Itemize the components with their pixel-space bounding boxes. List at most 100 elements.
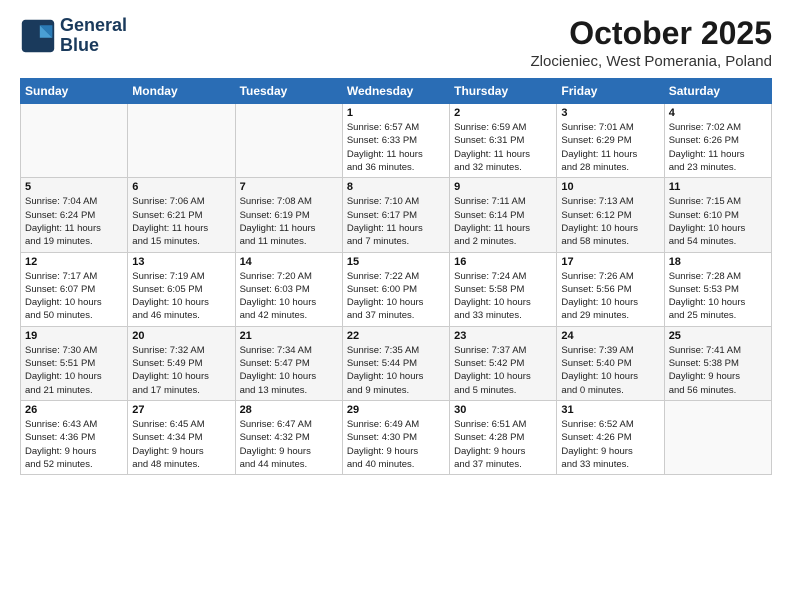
day-info: Sunrise: 7:01 AM Sunset: 6:29 PM Dayligh… bbox=[561, 121, 659, 174]
day-info: Sunrise: 7:26 AM Sunset: 5:56 PM Dayligh… bbox=[561, 270, 659, 323]
calendar-week-5: 26Sunrise: 6:43 AM Sunset: 4:36 PM Dayli… bbox=[21, 400, 772, 474]
day-number: 22 bbox=[347, 330, 445, 342]
day-number: 2 bbox=[454, 107, 552, 119]
day-number: 17 bbox=[561, 256, 659, 268]
day-info: Sunrise: 6:51 AM Sunset: 4:28 PM Dayligh… bbox=[454, 418, 552, 471]
weekday-header-saturday: Saturday bbox=[664, 79, 771, 104]
main-title: October 2025 bbox=[530, 16, 772, 51]
calendar-cell: 10 Sunrise: 7:13 AM Sunset: 6:12 PM Dayli… bbox=[557, 178, 664, 252]
weekday-header-row: SundayMondayTuesdayWednesdayThursdayFrid… bbox=[21, 79, 772, 104]
calendar-cell: 23 Sunrise: 7:37 AM Sunset: 5:42 PM Dayli… bbox=[450, 326, 557, 400]
day-info: Sunrise: 7:22 AM Sunset: 6:00 PM Dayligh… bbox=[347, 270, 445, 323]
calendar-cell: 30 Sunrise: 6:51 AM Sunset: 4:28 PM Dayli… bbox=[450, 400, 557, 474]
day-info: Sunrise: 7:24 AM Sunset: 5:58 PM Dayligh… bbox=[454, 270, 552, 323]
logo-line2: Blue bbox=[60, 36, 127, 56]
day-info: Sunrise: 7:35 AM Sunset: 5:44 PM Dayligh… bbox=[347, 344, 445, 397]
logo-line1: General bbox=[60, 16, 127, 36]
calendar-cell: 19 Sunrise: 7:30 AM Sunset: 5:51 PM Dayli… bbox=[21, 326, 128, 400]
page-container: General Blue October 2025 Zlocieniec, We… bbox=[0, 0, 792, 485]
weekday-header-monday: Monday bbox=[128, 79, 235, 104]
day-number: 11 bbox=[669, 181, 767, 193]
calendar-cell: 11 Sunrise: 7:15 AM Sunset: 6:10 PM Dayli… bbox=[664, 178, 771, 252]
day-info: Sunrise: 7:28 AM Sunset: 5:53 PM Dayligh… bbox=[669, 270, 767, 323]
calendar-cell: 3 Sunrise: 7:01 AM Sunset: 6:29 PM Daylig… bbox=[557, 104, 664, 178]
weekday-header-wednesday: Wednesday bbox=[342, 79, 449, 104]
day-number: 13 bbox=[132, 256, 230, 268]
day-number: 8 bbox=[347, 181, 445, 193]
day-number: 18 bbox=[669, 256, 767, 268]
day-info: Sunrise: 7:06 AM Sunset: 6:21 PM Dayligh… bbox=[132, 195, 230, 248]
day-info: Sunrise: 7:30 AM Sunset: 5:51 PM Dayligh… bbox=[25, 344, 123, 397]
day-info: Sunrise: 7:15 AM Sunset: 6:10 PM Dayligh… bbox=[669, 195, 767, 248]
day-info: Sunrise: 6:59 AM Sunset: 6:31 PM Dayligh… bbox=[454, 121, 552, 174]
day-number: 20 bbox=[132, 330, 230, 342]
header: General Blue October 2025 Zlocieniec, We… bbox=[20, 16, 772, 70]
calendar-cell: 9 Sunrise: 7:11 AM Sunset: 6:14 PM Daylig… bbox=[450, 178, 557, 252]
calendar-cell: 6 Sunrise: 7:06 AM Sunset: 6:21 PM Daylig… bbox=[128, 178, 235, 252]
day-info: Sunrise: 7:11 AM Sunset: 6:14 PM Dayligh… bbox=[454, 195, 552, 248]
calendar-cell: 31 Sunrise: 6:52 AM Sunset: 4:26 PM Dayli… bbox=[557, 400, 664, 474]
calendar-cell: 5 Sunrise: 7:04 AM Sunset: 6:24 PM Daylig… bbox=[21, 178, 128, 252]
day-info: Sunrise: 7:34 AM Sunset: 5:47 PM Dayligh… bbox=[240, 344, 338, 397]
calendar-cell: 26Sunrise: 6:43 AM Sunset: 4:36 PM Dayli… bbox=[21, 400, 128, 474]
day-number: 10 bbox=[561, 181, 659, 193]
calendar-cell: 2 Sunrise: 6:59 AM Sunset: 6:31 PM Daylig… bbox=[450, 104, 557, 178]
calendar-week-3: 12 Sunrise: 7:17 AM Sunset: 6:07 PM Dayli… bbox=[21, 252, 772, 326]
day-info: Sunrise: 7:17 AM Sunset: 6:07 PM Dayligh… bbox=[25, 270, 123, 323]
weekday-header-tuesday: Tuesday bbox=[235, 79, 342, 104]
day-number: 6 bbox=[132, 181, 230, 193]
day-info: Sunrise: 7:32 AM Sunset: 5:49 PM Dayligh… bbox=[132, 344, 230, 397]
day-number: 30 bbox=[454, 404, 552, 416]
day-info: Sunrise: 7:04 AM Sunset: 6:24 PM Dayligh… bbox=[25, 195, 123, 248]
calendar-cell bbox=[128, 104, 235, 178]
day-info: Sunrise: 7:19 AM Sunset: 6:05 PM Dayligh… bbox=[132, 270, 230, 323]
calendar-cell: 14Sunrise: 7:20 AM Sunset: 6:03 PM Dayli… bbox=[235, 252, 342, 326]
calendar-cell: 18 Sunrise: 7:28 AM Sunset: 5:53 PM Dayli… bbox=[664, 252, 771, 326]
calendar-cell: 21 Sunrise: 7:34 AM Sunset: 5:47 PM Dayli… bbox=[235, 326, 342, 400]
calendar-cell bbox=[235, 104, 342, 178]
day-info: Sunrise: 7:39 AM Sunset: 5:40 PM Dayligh… bbox=[561, 344, 659, 397]
calendar-cell: 25 Sunrise: 7:41 AM Sunset: 5:38 PM Dayli… bbox=[664, 326, 771, 400]
day-number: 19 bbox=[25, 330, 123, 342]
day-info: Sunrise: 6:52 AM Sunset: 4:26 PM Dayligh… bbox=[561, 418, 659, 471]
calendar-cell: 4Sunrise: 7:02 AM Sunset: 6:26 PM Daylig… bbox=[664, 104, 771, 178]
day-info: Sunrise: 7:13 AM Sunset: 6:12 PM Dayligh… bbox=[561, 195, 659, 248]
day-number: 25 bbox=[669, 330, 767, 342]
day-info: Sunrise: 7:02 AM Sunset: 6:26 PM Dayligh… bbox=[669, 121, 767, 174]
calendar-cell: 20 Sunrise: 7:32 AM Sunset: 5:49 PM Dayli… bbox=[128, 326, 235, 400]
day-number: 23 bbox=[454, 330, 552, 342]
day-number: 29 bbox=[347, 404, 445, 416]
calendar-cell: 17 Sunrise: 7:26 AM Sunset: 5:56 PM Dayli… bbox=[557, 252, 664, 326]
calendar-cell bbox=[21, 104, 128, 178]
weekday-header-thursday: Thursday bbox=[450, 79, 557, 104]
calendar-week-1: 1Sunrise: 6:57 AM Sunset: 6:33 PM Daylig… bbox=[21, 104, 772, 178]
day-number: 21 bbox=[240, 330, 338, 342]
day-info: Sunrise: 7:10 AM Sunset: 6:17 PM Dayligh… bbox=[347, 195, 445, 248]
calendar-cell: 29Sunrise: 6:49 AM Sunset: 4:30 PM Dayli… bbox=[342, 400, 449, 474]
day-info: Sunrise: 6:57 AM Sunset: 6:33 PM Dayligh… bbox=[347, 121, 445, 174]
day-info: Sunrise: 6:45 AM Sunset: 4:34 PM Dayligh… bbox=[132, 418, 230, 471]
day-info: Sunrise: 7:37 AM Sunset: 5:42 PM Dayligh… bbox=[454, 344, 552, 397]
logo-text: General Blue bbox=[60, 16, 127, 56]
calendar-week-2: 5 Sunrise: 7:04 AM Sunset: 6:24 PM Daylig… bbox=[21, 178, 772, 252]
calendar-cell: 15 Sunrise: 7:22 AM Sunset: 6:00 PM Dayli… bbox=[342, 252, 449, 326]
day-number: 9 bbox=[454, 181, 552, 193]
day-info: Sunrise: 6:43 AM Sunset: 4:36 PM Dayligh… bbox=[25, 418, 123, 471]
day-number: 7 bbox=[240, 181, 338, 193]
day-number: 16 bbox=[454, 256, 552, 268]
day-number: 12 bbox=[25, 256, 123, 268]
logo-icon bbox=[20, 18, 56, 54]
calendar-cell: 12 Sunrise: 7:17 AM Sunset: 6:07 PM Dayli… bbox=[21, 252, 128, 326]
calendar-cell: 27Sunrise: 6:45 AM Sunset: 4:34 PM Dayli… bbox=[128, 400, 235, 474]
day-number: 3 bbox=[561, 107, 659, 119]
calendar-cell: 13 Sunrise: 7:19 AM Sunset: 6:05 PM Dayli… bbox=[128, 252, 235, 326]
day-info: Sunrise: 7:20 AM Sunset: 6:03 PM Dayligh… bbox=[240, 270, 338, 323]
day-number: 5 bbox=[25, 181, 123, 193]
calendar-cell: 24Sunrise: 7:39 AM Sunset: 5:40 PM Dayli… bbox=[557, 326, 664, 400]
day-info: Sunrise: 7:41 AM Sunset: 5:38 PM Dayligh… bbox=[669, 344, 767, 397]
day-info: Sunrise: 6:47 AM Sunset: 4:32 PM Dayligh… bbox=[240, 418, 338, 471]
day-number: 31 bbox=[561, 404, 659, 416]
title-block: October 2025 Zlocieniec, West Pomerania,… bbox=[530, 16, 772, 70]
calendar-cell: 8 Sunrise: 7:10 AM Sunset: 6:17 PM Daylig… bbox=[342, 178, 449, 252]
day-number: 15 bbox=[347, 256, 445, 268]
